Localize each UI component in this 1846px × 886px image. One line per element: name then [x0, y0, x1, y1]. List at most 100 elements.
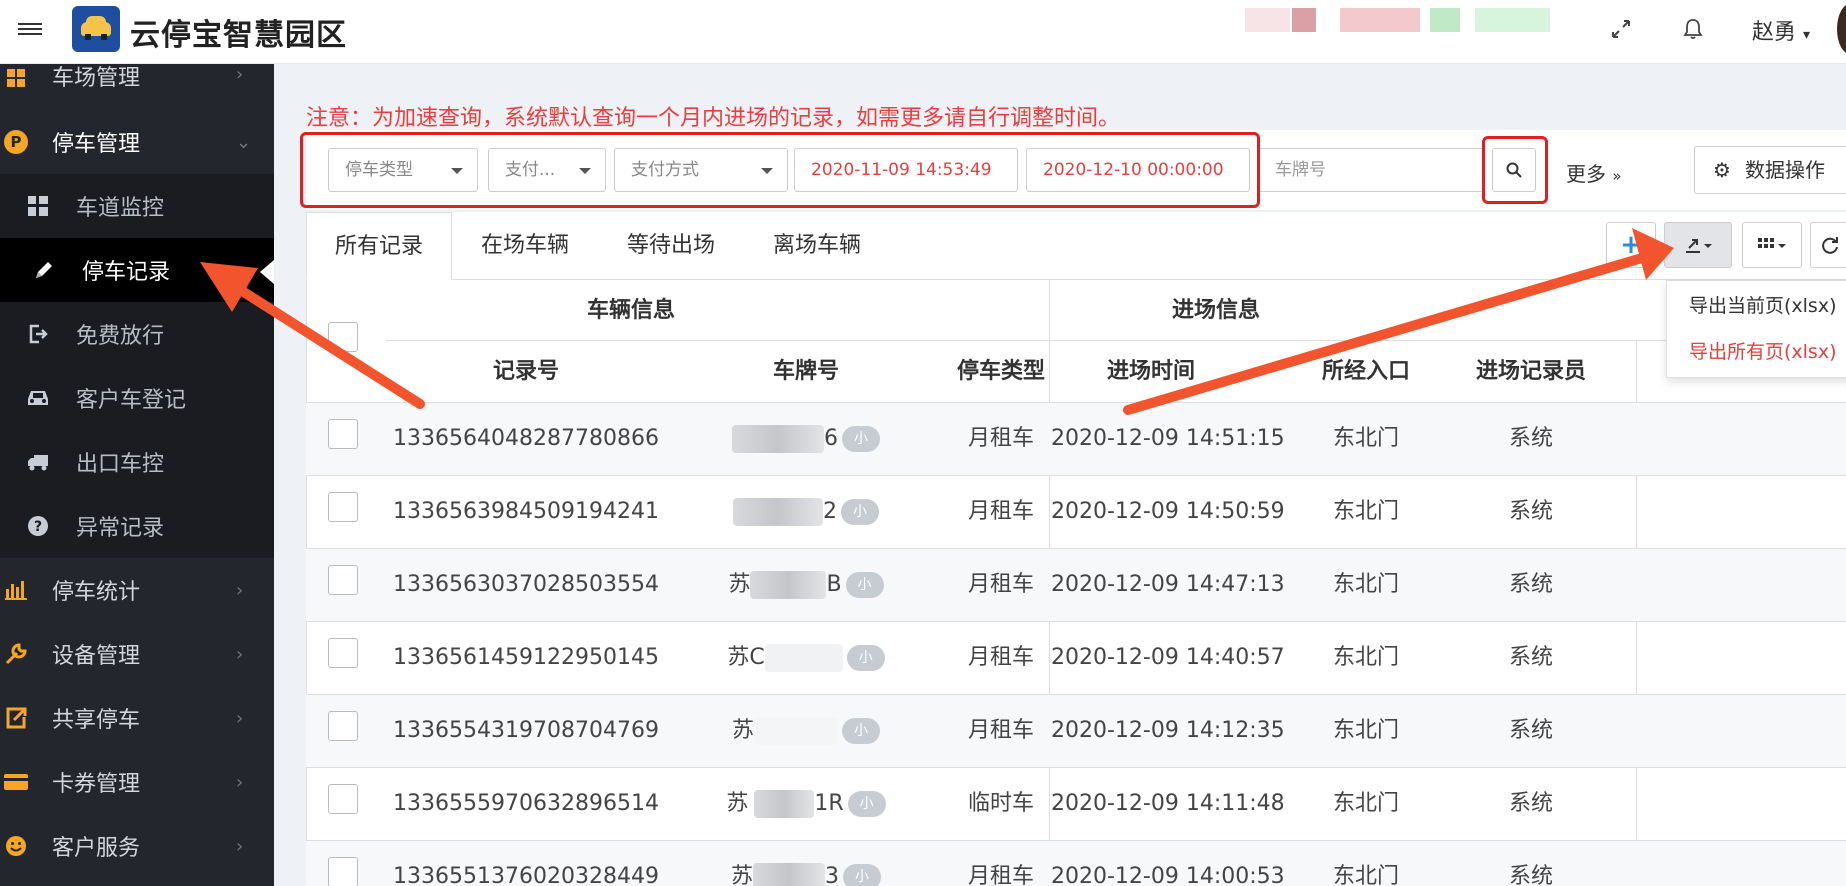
entry-time: 2020-12-09 14:00:53 — [1051, 864, 1285, 886]
refresh-button[interactable] — [1810, 222, 1846, 268]
records-tabs: 所有记录 在场车辆 等待出场 离场车辆 + — [306, 212, 1846, 280]
pencil-icon — [30, 256, 58, 284]
export-all-pages[interactable]: 导出所有页(xlsx) — [1689, 337, 1837, 364]
fullscreen-icon[interactable] — [1606, 14, 1636, 44]
sidebar-item-parking-management[interactable]: P 停车管理 ⌄ — [0, 110, 274, 174]
exit-icon — [24, 320, 52, 348]
row-checkbox[interactable] — [328, 419, 358, 449]
sidebar-item-coupon-management[interactable]: 卡券管理 › — [0, 750, 274, 814]
table-row[interactable]: 1336563037028503554 苏B小 月租车 2020-12-09 1… — [306, 549, 1846, 621]
plate-cell: 2小 — [716, 476, 896, 548]
redacted-area — [1245, 8, 1565, 46]
sidebar-item-shared-parking[interactable]: 共享停车 › — [0, 686, 274, 750]
entry-gate: 东北门 — [1332, 426, 1399, 451]
avatar[interactable] — [1835, 2, 1846, 56]
brand-logo — [72, 6, 120, 52]
plate-cell: 苏 1R 小 — [716, 768, 896, 840]
table-row[interactable]: 1336551376020328449 苏3小 月租车 2020-12-09 1… — [306, 841, 1846, 886]
sidebar-item-customer-service[interactable]: 客户服务 › — [0, 814, 274, 878]
sidebar-item-device-management[interactable]: 设备管理 › — [0, 622, 274, 686]
more-filters-button[interactable]: 更多 » — [1566, 158, 1622, 187]
chevron-right-icon: › — [236, 64, 244, 85]
row-checkbox[interactable] — [328, 565, 358, 595]
chevron-right-icon: › — [236, 707, 244, 729]
plate-number-input[interactable]: 车牌号 — [1258, 148, 1484, 192]
entry-clerk: 系统 — [1508, 426, 1553, 451]
export-current-page[interactable]: 导出当前页(xlsx) — [1689, 291, 1837, 318]
tab-all-records[interactable]: 所有记录 — [306, 212, 452, 280]
group-vehicle-info: 车辆信息 — [586, 298, 675, 323]
size-badge: 小 — [841, 499, 879, 525]
col-entry-clerk[interactable]: 进场记录员 — [1446, 342, 1616, 402]
sidebar-item-parking-stats[interactable]: 停车统计 › — [0, 558, 274, 622]
smile-icon — [2, 832, 30, 860]
col-record-no[interactable]: 记录号 — [386, 342, 666, 402]
divider — [386, 340, 1846, 341]
col-plate-no[interactable]: 车牌号 — [686, 342, 926, 402]
tab-awaiting-exit[interactable]: 等待出场 — [598, 212, 744, 280]
entry-time: 2020-12-09 14:40:57 — [1051, 645, 1285, 670]
sidebar-item-exception-records[interactable]: ? 异常记录 — [0, 494, 274, 558]
sidebar-item-lot-management[interactable]: 车场管理 › — [0, 64, 274, 92]
dashboard-icon — [24, 192, 52, 220]
group-entry-info: 进场信息 — [1171, 298, 1260, 323]
plate-cell: 苏C 小 — [716, 622, 896, 694]
entry-gate: 东北门 — [1332, 864, 1399, 886]
add-button[interactable]: + — [1606, 222, 1656, 268]
select-all-checkbox[interactable] — [328, 322, 358, 352]
entry-clerk: 系统 — [1508, 572, 1553, 597]
row-checkbox[interactable] — [328, 638, 358, 668]
row-checkbox[interactable] — [328, 711, 358, 741]
chevron-right-icon: › — [236, 835, 244, 857]
menu-toggle-icon[interactable] — [18, 20, 42, 38]
query-notice: 注意：为加速查询，系统默认查询一个月内进场的记录，如需更多请自行调整时间。 — [306, 106, 1121, 131]
refresh-icon — [1822, 237, 1838, 254]
col-entry-time[interactable]: 进场时间 — [1051, 342, 1251, 402]
table-row[interactable]: 1336555970632896514 苏 1R 小 临时车 2020-12-09 … — [306, 768, 1846, 840]
entry-time: 2020-12-09 14:47:13 — [1051, 572, 1285, 597]
tab-departed[interactable]: 离场车辆 — [744, 212, 890, 280]
table-row[interactable]: 1336561459122950145 苏C 小 月租车 2020-12-09 1… — [306, 622, 1846, 694]
size-badge: 小 — [842, 426, 880, 452]
sidebar-item-lane-monitor[interactable]: 车道监控 — [0, 174, 274, 238]
entry-time: 2020-12-09 14:12:35 — [1051, 718, 1285, 743]
entry-time: 2020-12-09 14:50:59 — [1051, 499, 1285, 524]
export-dropdown: 导出当前页(xlsx) 导出所有页(xlsx) — [1666, 280, 1846, 378]
data-operations-button[interactable]: ⚙ 数据操作 — [1694, 146, 1846, 194]
sidebar-item-parking-records[interactable]: 停车记录 — [0, 238, 274, 302]
records-panel: 所有记录 在场车辆 等待出场 离场车辆 + 车辆信息 进场信息 记录号 车牌号 … — [306, 212, 1846, 886]
entry-gate: 东北门 — [1332, 718, 1399, 743]
sidebar-item-customer-car-register[interactable]: 客户车登记 — [0, 366, 274, 430]
car-icon — [24, 384, 52, 412]
annotation-box-filters — [300, 132, 1260, 208]
chevron-right-icon: › — [236, 579, 244, 601]
parking-icon: P — [2, 128, 30, 156]
chevron-down-icon: ⌄ — [236, 131, 252, 153]
table-row[interactable]: 1336564048287780866 6小 月租车 2020-12-09 14… — [306, 403, 1846, 475]
share-icon — [2, 704, 30, 732]
svg-text:P: P — [11, 133, 22, 151]
export-button[interactable] — [1664, 222, 1732, 268]
row-checkbox[interactable] — [328, 784, 358, 814]
record-id: 1336554319708704769 — [393, 718, 659, 743]
entry-gate: 东北门 — [1332, 499, 1399, 524]
table-row[interactable]: 1336554319708704769 苏小 月租车 2020-12-09 14… — [306, 695, 1846, 767]
columns-button[interactable] — [1742, 222, 1802, 268]
col-entry-gate[interactable]: 所经入口 — [1296, 342, 1436, 402]
table-row[interactable]: 1336563984509194241 2小 月租车 2020-12-09 14… — [306, 476, 1846, 548]
entry-gate: 东北门 — [1332, 645, 1399, 670]
card-icon — [2, 768, 30, 796]
chevron-right-icon: › — [236, 643, 244, 665]
tab-on-site[interactable]: 在场车辆 — [452, 212, 598, 280]
sidebar-item-exit-control[interactable]: 出口车控 — [0, 430, 274, 494]
user-menu[interactable]: 赵勇 ▾ — [1752, 14, 1810, 46]
active-indicator — [260, 260, 274, 284]
row-checkbox[interactable] — [328, 857, 358, 886]
grid-icon — [1758, 238, 1786, 248]
sidebar-item-free-release[interactable]: 免费放行 — [0, 302, 274, 366]
size-badge: 小 — [845, 572, 884, 598]
record-id: 1336563037028503554 — [393, 572, 659, 597]
row-checkbox[interactable] — [328, 492, 358, 522]
bell-icon[interactable] — [1678, 14, 1708, 44]
plus-icon: + — [1620, 230, 1642, 260]
